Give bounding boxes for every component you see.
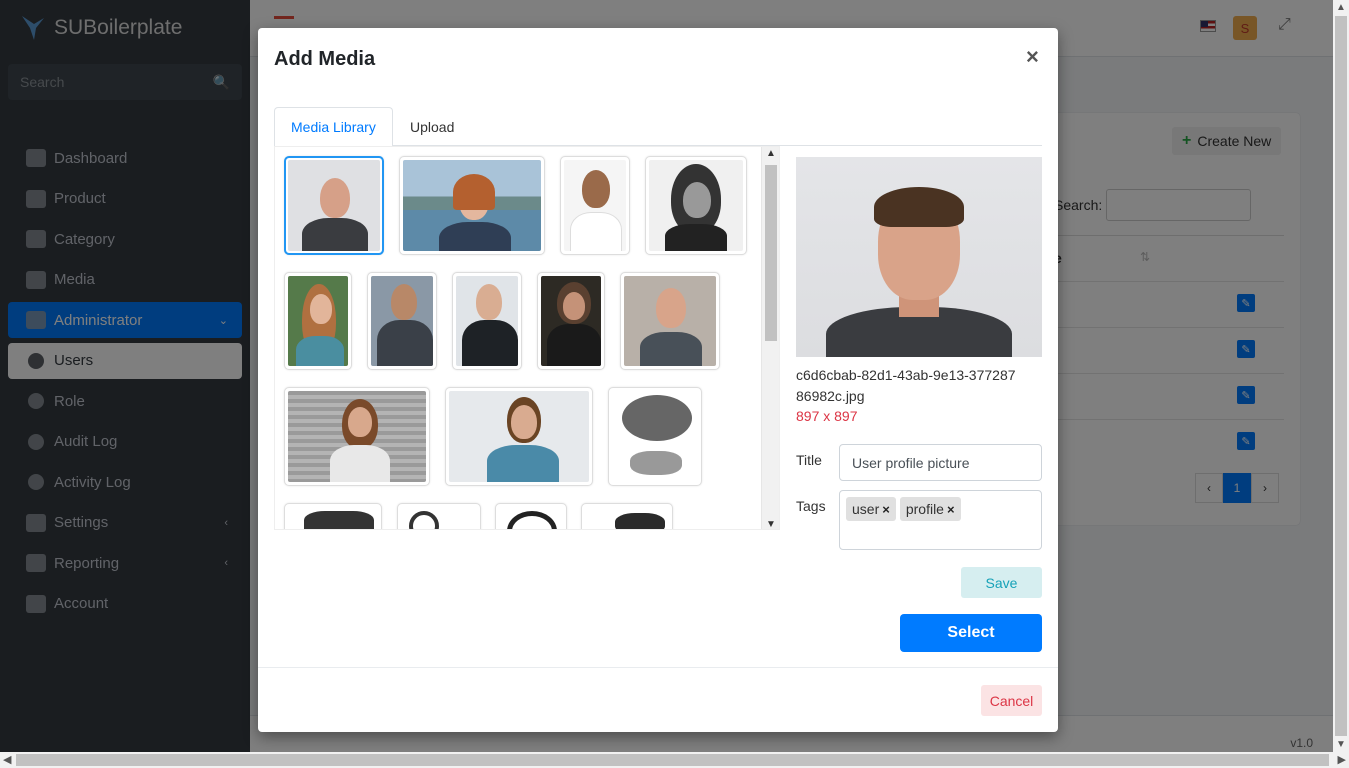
media-image <box>585 507 669 529</box>
media-gallery: ▲ ▼ <box>274 146 780 530</box>
close-icon[interactable]: × <box>1026 44 1039 70</box>
media-image <box>288 160 380 251</box>
tag-label: profile <box>905 501 944 517</box>
scrollbar-thumb[interactable] <box>765 165 777 341</box>
save-button[interactable]: Save <box>961 567 1042 598</box>
remove-tag-icon[interactable]: × <box>882 502 890 517</box>
gallery-scrollbar[interactable]: ▲ ▼ <box>761 147 779 529</box>
selected-media-preview <box>796 157 1042 357</box>
scroll-left-icon[interactable]: ◀ <box>3 753 11 766</box>
media-thumbnail[interactable] <box>284 156 384 255</box>
media-thumbnail[interactable] <box>445 387 593 486</box>
title-input[interactable]: User profile picture <box>839 444 1042 481</box>
scrollbar-thumb[interactable] <box>1335 16 1347 736</box>
media-thumbnail[interactable] <box>397 503 481 529</box>
media-thumbnail[interactable] <box>645 156 747 255</box>
media-image <box>449 391 589 482</box>
media-thumbnail[interactable] <box>495 503 567 529</box>
media-image <box>401 507 477 529</box>
tag-chip: user × <box>846 497 896 521</box>
media-thumbnail[interactable] <box>560 156 630 255</box>
media-thumbnail[interactable] <box>620 272 720 370</box>
select-button[interactable]: Select <box>900 614 1042 652</box>
media-image <box>288 276 348 366</box>
media-image <box>371 276 433 366</box>
scroll-up-icon[interactable]: ▲ <box>766 148 776 159</box>
modal-footer: Cancel <box>258 667 1058 732</box>
media-thumbnail[interactable] <box>399 156 545 255</box>
media-thumbnail[interactable] <box>284 272 352 370</box>
media-thumbnail[interactable] <box>581 503 673 529</box>
media-image <box>564 160 626 251</box>
page-horizontal-scrollbar[interactable]: ◀ ▶ <box>0 752 1349 768</box>
media-image <box>541 276 601 366</box>
scrollbar-thumb[interactable] <box>16 754 1329 766</box>
media-thumbnail[interactable] <box>608 387 702 486</box>
media-image <box>612 391 698 482</box>
media-image <box>288 507 378 529</box>
media-thumbnail[interactable] <box>537 272 605 370</box>
media-thumbnail[interactable] <box>367 272 437 370</box>
scroll-down-icon[interactable]: ▼ <box>766 519 776 529</box>
tab-upload[interactable]: Upload <box>394 107 470 147</box>
remove-tag-icon[interactable]: × <box>947 502 955 517</box>
scroll-right-icon[interactable]: ▶ <box>1338 753 1346 766</box>
scroll-down-icon[interactable]: ▼ <box>1336 739 1346 750</box>
media-thumbnail[interactable] <box>284 503 382 529</box>
media-thumbnail[interactable] <box>452 272 522 370</box>
tags-input[interactable]: user × profile × <box>839 490 1042 550</box>
media-image <box>288 391 426 482</box>
scroll-up-icon[interactable]: ▲ <box>1336 2 1346 13</box>
page-vertical-scrollbar[interactable]: ▲ ▼ <box>1333 0 1349 752</box>
tags-label: Tags <box>796 498 826 514</box>
selected-dimensions: 897 x 897 <box>796 408 858 424</box>
media-image <box>649 160 743 251</box>
media-thumbnail[interactable] <box>284 387 430 486</box>
media-image <box>499 507 563 529</box>
media-image <box>624 276 716 366</box>
modal-title: Add Media <box>274 48 376 70</box>
selected-filename: c6d6cbab-82d1-43ab-9e13-37728786982c.jpg <box>796 367 1016 404</box>
add-media-modal: Add Media × Media Library Upload ▲ ▼ c6d… <box>258 28 1058 732</box>
cancel-button[interactable]: Cancel <box>981 685 1042 716</box>
tag-chip: profile × <box>899 497 961 521</box>
tag-label: user <box>852 501 880 517</box>
media-image <box>403 160 541 251</box>
media-image <box>456 276 518 366</box>
tab-media-library[interactable]: Media Library <box>274 107 393 147</box>
media-tabs: Media Library Upload <box>274 107 1042 147</box>
title-label: Title <box>796 452 822 468</box>
